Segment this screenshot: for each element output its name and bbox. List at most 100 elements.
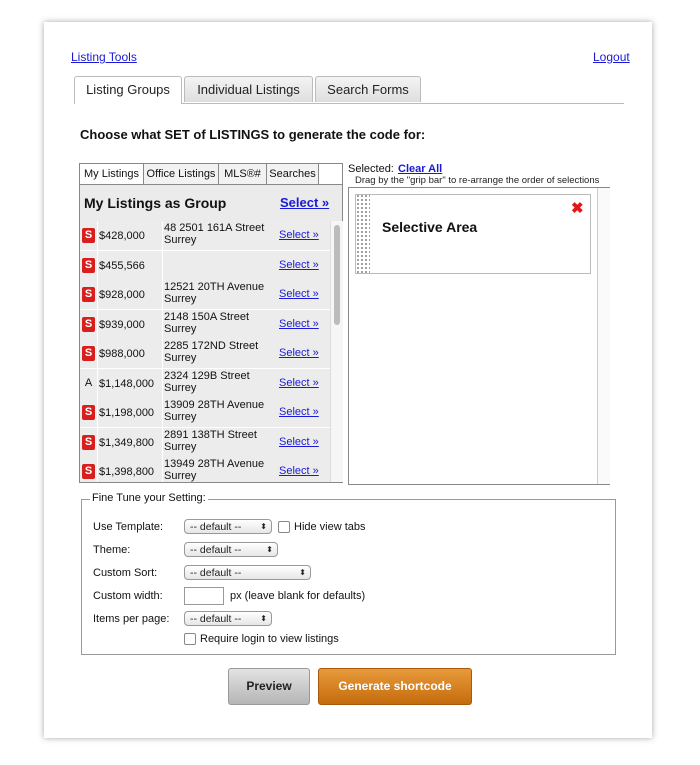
use-template-select[interactable]: -- default -- ⬍ [184, 519, 272, 534]
listing-price: $1,349,800 [99, 436, 155, 449]
preview-button[interactable]: Preview [228, 668, 310, 705]
row-divider [97, 280, 98, 309]
row-divider [162, 309, 163, 339]
listing-address: 2148 150A Street Surrey [164, 310, 250, 335]
drag-hint: Drag by the "grip bar" to re-arrange the… [355, 175, 600, 186]
items-per-page-value: -- default -- [190, 613, 242, 625]
theme-select[interactable]: -- default -- ⬍ [184, 542, 278, 557]
row-divider [162, 250, 163, 280]
chevron-updown-icon: ⬍ [260, 614, 267, 623]
listing-price: $455,566 [99, 259, 145, 272]
grip-bar[interactable] [356, 195, 370, 273]
listing-price: $1,148,000 [99, 377, 155, 390]
group-header: My Listings as Group Select » [80, 185, 342, 221]
row-divider [97, 221, 98, 250]
row-divider [162, 427, 163, 457]
tab-mls[interactable]: MLS®# [219, 164, 267, 184]
custom-sort-label: Custom Sort: [93, 567, 158, 579]
theme-label: Theme: [93, 544, 131, 556]
use-template-value: -- default -- [190, 521, 242, 533]
listing-row: S $928,000 12521 20TH Avenue Surrey Select … [80, 280, 330, 310]
listing-select-link[interactable]: Select » [279, 259, 319, 271]
status-badge: S [82, 228, 95, 243]
hide-tabs-checkbox[interactable] [278, 521, 290, 533]
status-badge: S [82, 464, 95, 479]
logout-link[interactable]: Logout [593, 50, 630, 64]
row-divider [97, 457, 98, 482]
listing-select-link[interactable]: Select » [279, 347, 319, 359]
row-divider [162, 339, 163, 368]
listing-address: 48 2501 161A Street Surrey [164, 222, 265, 246]
source-tabs: My Listings Office Listings MLS®# Search… [80, 164, 342, 185]
listing-row: A $1,148,000 2324 129B Street Surrey Select… [80, 368, 330, 399]
listing-address: 13909 28TH Avenue Surrey [164, 399, 265, 423]
tab-searches[interactable]: Searches [267, 164, 319, 184]
status-badge: S [82, 287, 95, 302]
scrollbar-thumb[interactable] [334, 225, 340, 325]
listing-select-link[interactable]: Select » [279, 318, 319, 330]
listing-address: 13949 28TH Avenue Surrey [164, 458, 265, 482]
row-divider [97, 398, 98, 427]
custom-width-input[interactable] [184, 587, 224, 605]
row-divider [97, 250, 98, 280]
chevron-updown-icon: ⬍ [260, 522, 267, 531]
listing-address: 12521 20TH Avenue Surrey [164, 281, 265, 305]
row-divider [162, 221, 163, 250]
use-template-label: Use Template: [93, 521, 164, 533]
listing-row: S $988,000 2285 172ND Street Surrey Select … [80, 339, 330, 369]
status-badge: S [82, 405, 95, 420]
tab-search-forms[interactable]: Search Forms [315, 76, 421, 102]
items-per-page-select[interactable]: -- default -- ⬍ [184, 611, 272, 626]
selected-item[interactable]: Selective Area ✖ [355, 194, 591, 274]
custom-width-label: Custom width: [93, 590, 163, 602]
tab-my-listings[interactable]: My Listings [80, 164, 144, 184]
fine-tune-legend: Fine Tune your Setting: [90, 492, 208, 504]
listing-select-link[interactable]: Select » [279, 406, 319, 418]
listing-address: 2285 172ND Street Surrey [164, 340, 259, 364]
require-login-checkbox[interactable] [184, 633, 196, 645]
row-divider [162, 368, 163, 398]
listing-price: $428,000 [99, 230, 145, 242]
selected-item-title: Selective Area [382, 219, 478, 235]
listing-rows: S $428,000 48 2501 161A Street Surrey Selec… [80, 221, 330, 482]
tab-office-listings[interactable]: Office Listings [144, 164, 219, 184]
listing-address [164, 252, 276, 279]
custom-sort-select[interactable]: -- default -- ⬍ [184, 565, 311, 580]
listing-row: S $1,349,800 2891 138TH Street Surrey Selec… [80, 427, 330, 458]
selected-label: Selected: [348, 163, 394, 175]
row-divider [97, 368, 98, 398]
row-divider [97, 309, 98, 339]
status-badge: S [82, 434, 95, 450]
clear-all-link[interactable]: Clear All [398, 163, 442, 175]
listing-select-link[interactable]: Select » [279, 436, 319, 448]
listing-price: $1,198,000 [99, 407, 155, 419]
listing-tools-link[interactable]: Listing Tools [71, 50, 137, 64]
page-heading: Choose what SET of LISTINGS to generate … [80, 127, 426, 142]
group-title: My Listings as Group [84, 195, 227, 211]
custom-width-suffix: px (leave blank for defaults) [230, 590, 366, 602]
status-badge: S [82, 346, 95, 361]
require-login-label: Require login to view listings [200, 633, 339, 645]
chevron-updown-icon: ⬍ [299, 568, 306, 577]
tab-listing-groups[interactable]: Listing Groups [74, 76, 182, 104]
tab-individual-listings[interactable]: Individual Listings [184, 76, 313, 102]
listing-select-link[interactable]: Select » [279, 465, 319, 477]
generate-shortcode-button[interactable]: Generate shortcode [318, 668, 472, 705]
chevron-updown-icon: ⬍ [266, 545, 273, 554]
listing-row: S $939,000 2148 150A Street Surrey Select » [80, 309, 330, 340]
listing-row: S $455,566 Select » [80, 250, 330, 281]
selected-scrollbar[interactable] [597, 188, 610, 484]
listing-address: 2891 138TH Street Surrey [164, 428, 257, 453]
listing-row: S $1,198,000 13909 28TH Avenue Surrey Selec… [80, 398, 330, 428]
group-select-link[interactable]: Select » [280, 195, 329, 210]
items-per-page-label: Items per page: [93, 613, 170, 625]
listing-select-link[interactable]: Select » [279, 377, 319, 389]
main-tabs: Listing Groups Individual Listings Searc… [74, 76, 624, 104]
theme-value: -- default -- [190, 544, 242, 556]
listing-price: $988,000 [99, 348, 145, 360]
close-icon[interactable]: ✖ [571, 199, 584, 217]
row-divider [162, 398, 163, 427]
listing-select-link[interactable]: Select » [279, 229, 319, 241]
listing-select-link[interactable]: Select » [279, 288, 319, 300]
listings-scrollbar[interactable] [330, 221, 343, 482]
